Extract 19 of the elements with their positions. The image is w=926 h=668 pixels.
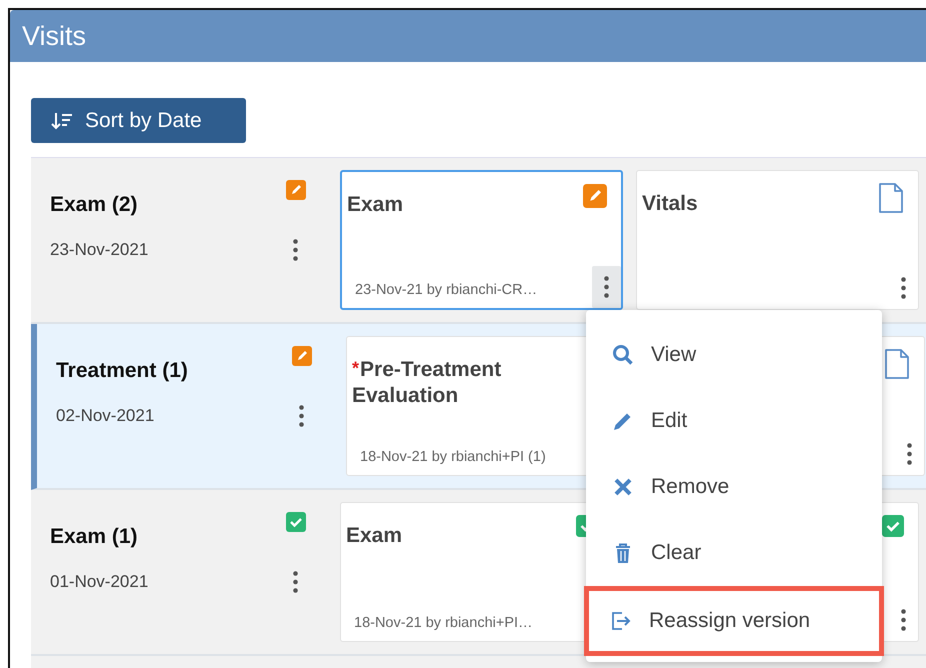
visit-title: Exam (2): [50, 193, 138, 217]
sort-button[interactable]: Sort by Date: [31, 98, 246, 143]
visit-title: Treatment (1): [56, 359, 188, 383]
visit-title: Exam (1): [50, 525, 138, 549]
form-footer-text: 23-Nov-21 by rbianchi-CR…: [355, 282, 538, 300]
menu-item[interactable]: Reassign version: [584, 586, 884, 656]
form-title: *Pre-Treatment Evaluation: [352, 357, 502, 410]
panel-title: Visits: [22, 20, 86, 52]
form-title: Exam: [347, 192, 404, 218]
visit-date: 02-Nov-2021: [56, 406, 154, 426]
form-title: Vitals: [642, 191, 698, 217]
visit-date: 23-Nov-2021: [50, 240, 148, 260]
form-footer-text: 18-Nov-21 by rbianchi+PI (1): [360, 449, 546, 467]
form-card[interactable]: Exam 23-Nov-21 by rbianchi-CR…: [340, 170, 623, 310]
form-card[interactable]: Vitals: [636, 170, 919, 310]
form-footer-text: 18-Nov-21 by rbianchi+PI…: [354, 615, 533, 633]
visit-row[interactable]: Exam (2) 23-Nov-2021 Exam 23-Nov-21 by rbianchi-CR… Vitals: [31, 158, 926, 324]
form-title: Exam: [346, 523, 402, 549]
visit-date: 01-Nov-2021: [50, 572, 148, 592]
